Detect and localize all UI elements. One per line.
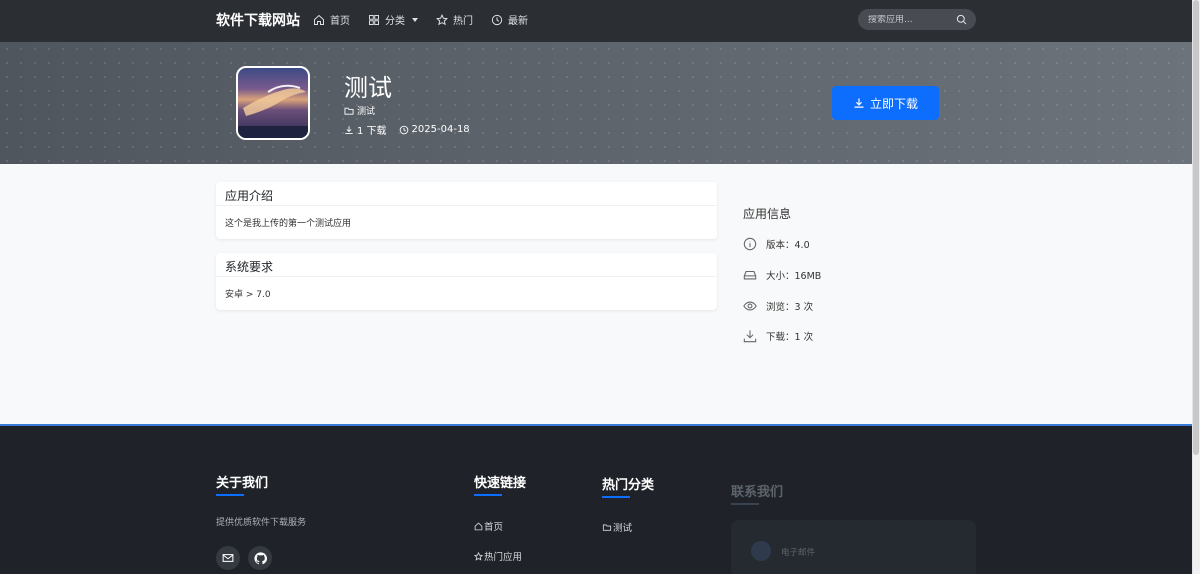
hero-pattern (0, 42, 1192, 164)
app-date: 2025-04-18 (399, 122, 470, 137)
download-icon (854, 98, 864, 108)
download-icon (743, 330, 757, 343)
app-downloads: 1 下载 (344, 122, 387, 137)
footer-about-title: 关于我们 (216, 476, 269, 491)
app-info-title: 应用信息 (743, 207, 792, 221)
download-now-button[interactable]: 立即下载 (832, 86, 939, 120)
envelope-icon (222, 554, 234, 562)
folder-icon (344, 107, 354, 115)
footer-hot-underline (602, 496, 630, 498)
footer-link-home[interactable]: 首页 (474, 519, 503, 533)
app-category-label: 测试 (357, 107, 376, 117)
footer-link-hot-apps[interactable]: 热门应用 (474, 549, 522, 563)
app-title: 测试 (344, 74, 392, 102)
nav-home[interactable]: 首页 (313, 12, 350, 27)
github-icon (253, 551, 267, 564)
info-views: 浏览：3 次 (743, 299, 813, 313)
requirements-card: 系统要求 安卓 > 7.0 (216, 253, 717, 310)
nav-home-label: 首页 (330, 16, 350, 27)
footer-about-underline (216, 494, 244, 496)
hdd-icon (743, 270, 757, 280)
star-icon (474, 551, 483, 561)
app-category[interactable]: 测试 (344, 104, 375, 117)
navbar: 软件下载网站 首页 分类 热门 最新 (0, 0, 1192, 42)
envelope-icon (751, 541, 771, 561)
footer-about-text: 提供优质软件下载服务 (216, 518, 307, 528)
eye-icon (743, 301, 757, 311)
download-icon (345, 125, 353, 134)
github-social-button[interactable] (248, 546, 272, 570)
app-downloads-text: 1 下载 (357, 126, 387, 137)
info-size: 大小：16MB (743, 268, 821, 282)
footer-links-underline (474, 494, 502, 496)
scrollbar-thumb[interactable] (1193, 0, 1199, 455)
app-icon-image (236, 66, 310, 140)
info-downloads-text: 下载：1 次 (766, 332, 814, 343)
footer-link-home-label: 首页 (484, 522, 504, 533)
home-icon (474, 522, 483, 530)
app-hero: 测试 测试 1 下载 2025-04-18 立即下载 (0, 42, 1192, 164)
search-icon[interactable] (956, 14, 967, 25)
footer-contact-title: 联系我们 (731, 485, 784, 500)
info-icon (743, 237, 757, 251)
footer-hot-title: 热门分类 (602, 478, 655, 493)
clock-icon (399, 125, 408, 134)
home-icon (314, 14, 324, 25)
info-views-text: 浏览：3 次 (766, 302, 814, 313)
contact-email-label: 电子邮件 (781, 548, 816, 558)
main-nav: 首页 分类 热门 最新 (313, 12, 528, 27)
app-meta: 1 下载 2025-04-18 (344, 122, 470, 137)
search-input[interactable] (868, 14, 948, 25)
download-now-label: 立即下载 (869, 96, 918, 111)
email-social-button[interactable] (216, 546, 240, 570)
info-version-text: 版本：4.0 (766, 240, 810, 251)
intro-card: 应用介绍 这个是我上传的第一个测试应用 (216, 182, 717, 239)
nav-category[interactable]: 分类 (368, 12, 418, 27)
star-icon (436, 13, 448, 25)
nav-latest[interactable]: 最新 (491, 12, 528, 27)
nav-hot[interactable]: 热门 (436, 12, 473, 27)
footer-links-title: 快速链接 (474, 476, 527, 491)
app-date-text: 2025-04-18 (411, 124, 470, 135)
nav-category-label: 分类 (385, 16, 405, 27)
intro-text: 这个是我上传的第一个测试应用 (225, 219, 352, 229)
footer-hot-category[interactable]: 测试 (602, 520, 632, 534)
chevron-down-icon (412, 17, 418, 22)
requirements-text: 安卓 > 7.0 (225, 290, 271, 300)
nav-hot-label: 热门 (453, 16, 473, 27)
footer-hot-category-label: 测试 (613, 523, 633, 534)
requirements-title: 系统要求 (216, 253, 717, 277)
info-downloads: 下载：1 次 (743, 329, 813, 343)
info-version: 版本：4.0 (743, 237, 810, 251)
search-box (858, 9, 976, 30)
intro-title: 应用介绍 (216, 182, 717, 206)
brand-logo[interactable]: 软件下载网站 (216, 10, 300, 30)
grid-icon (369, 14, 379, 25)
footer (0, 424, 1192, 574)
footer-contact-underline (731, 503, 759, 505)
footer-link-hot-apps-label: 热门应用 (484, 552, 523, 563)
contact-email-card[interactable]: 电子邮件 (731, 520, 976, 574)
clock-icon (491, 14, 503, 25)
info-size-text: 大小：16MB (766, 271, 822, 282)
nav-latest-label: 最新 (508, 16, 528, 27)
folder-icon (602, 524, 612, 531)
